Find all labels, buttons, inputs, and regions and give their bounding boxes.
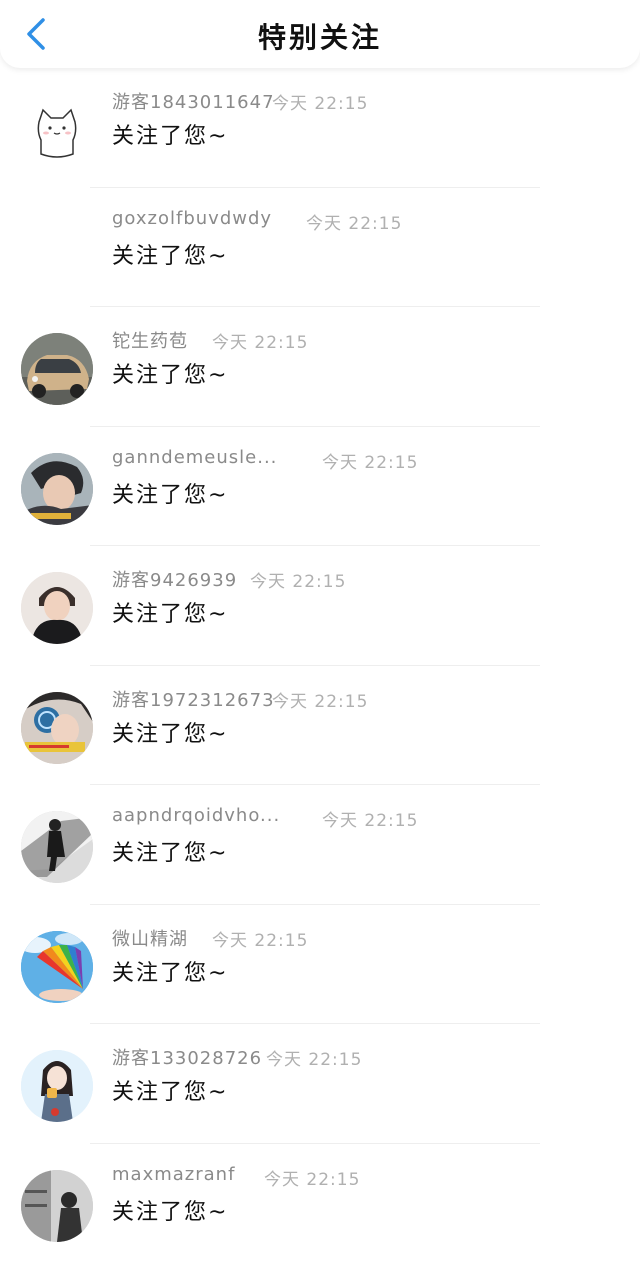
list-item[interactable]: goxzolfbuvdwdy 今天 22:15 关注了您~ [0,188,640,308]
username: maxmazranf [112,1164,235,1185]
list-item[interactable]: ganndemeusle... 今天 22:15 关注了您~ [0,427,640,547]
username: 游客1843011647 [112,88,275,114]
list-item[interactable]: 游客1972312673 今天 22:15 关注了您~ [0,666,640,786]
username: 游客9426939 [112,566,237,592]
message-text: 关注了您~ [112,1074,228,1106]
timestamp: 今天 22:15 [322,806,418,831]
list-item[interactable]: aapndrqoidvho... 今天 22:15 关注了您~ [0,785,640,905]
avatar[interactable] [21,572,93,644]
follower-list: 游客1843011647 今天 22:15 关注了您~ goxzolfbuvdw… [0,68,640,1263]
top-bar: 特别关注 [0,0,640,68]
timestamp: 今天 22:15 [250,567,346,592]
message-text: 关注了您~ [112,955,228,987]
list-item[interactable]: 游客133028726 今天 22:15 关注了您~ [0,1024,640,1144]
avatar[interactable] [21,333,93,405]
message-text: 关注了您~ [112,477,228,509]
username: 铊生药苞 [112,327,188,353]
username: ganndemeusle... [112,447,277,468]
message-text: 关注了您~ [112,716,228,748]
timestamp: 今天 22:15 [272,89,368,114]
message-text: 关注了您~ [112,596,228,628]
avatar[interactable] [21,692,93,764]
avatar[interactable] [21,931,93,1003]
message-text: 关注了您~ [112,118,228,150]
timestamp: 今天 22:15 [322,448,418,473]
avatar[interactable] [21,453,93,525]
timestamp: 今天 22:15 [264,1165,360,1190]
avatar[interactable] [21,811,93,883]
list-item[interactable]: 游客9426939 今天 22:15 关注了您~ [0,546,640,666]
message-text: 关注了您~ [112,238,228,270]
message-text: 关注了您~ [112,835,228,867]
avatar[interactable] [21,94,93,166]
timestamp: 今天 22:15 [272,687,368,712]
username: 游客133028726 [112,1044,262,1070]
avatar[interactable] [21,1050,93,1122]
avatar[interactable] [21,1170,93,1242]
timestamp: 今天 22:15 [306,209,402,234]
username: aapndrqoidvho... [112,805,280,826]
message-text: 关注了您~ [112,1194,228,1226]
list-item[interactable]: 游客1843011647 今天 22:15 关注了您~ [0,68,640,188]
timestamp: 今天 22:15 [266,1045,362,1070]
page-title: 特别关注 [0,16,640,56]
username: 微山精湖 [112,925,188,951]
list-item[interactable]: 铊生药苞 今天 22:15 关注了您~ [0,307,640,427]
message-text: 关注了您~ [112,357,228,389]
timestamp: 今天 22:15 [212,926,308,951]
list-item[interactable]: 微山精湖 今天 22:15 关注了您~ [0,905,640,1025]
list-item[interactable]: maxmazranf 今天 22:15 关注了您~ [0,1144,640,1263]
timestamp: 今天 22:15 [212,328,308,353]
username: goxzolfbuvdwdy [112,208,272,229]
username: 游客1972312673 [112,686,275,712]
